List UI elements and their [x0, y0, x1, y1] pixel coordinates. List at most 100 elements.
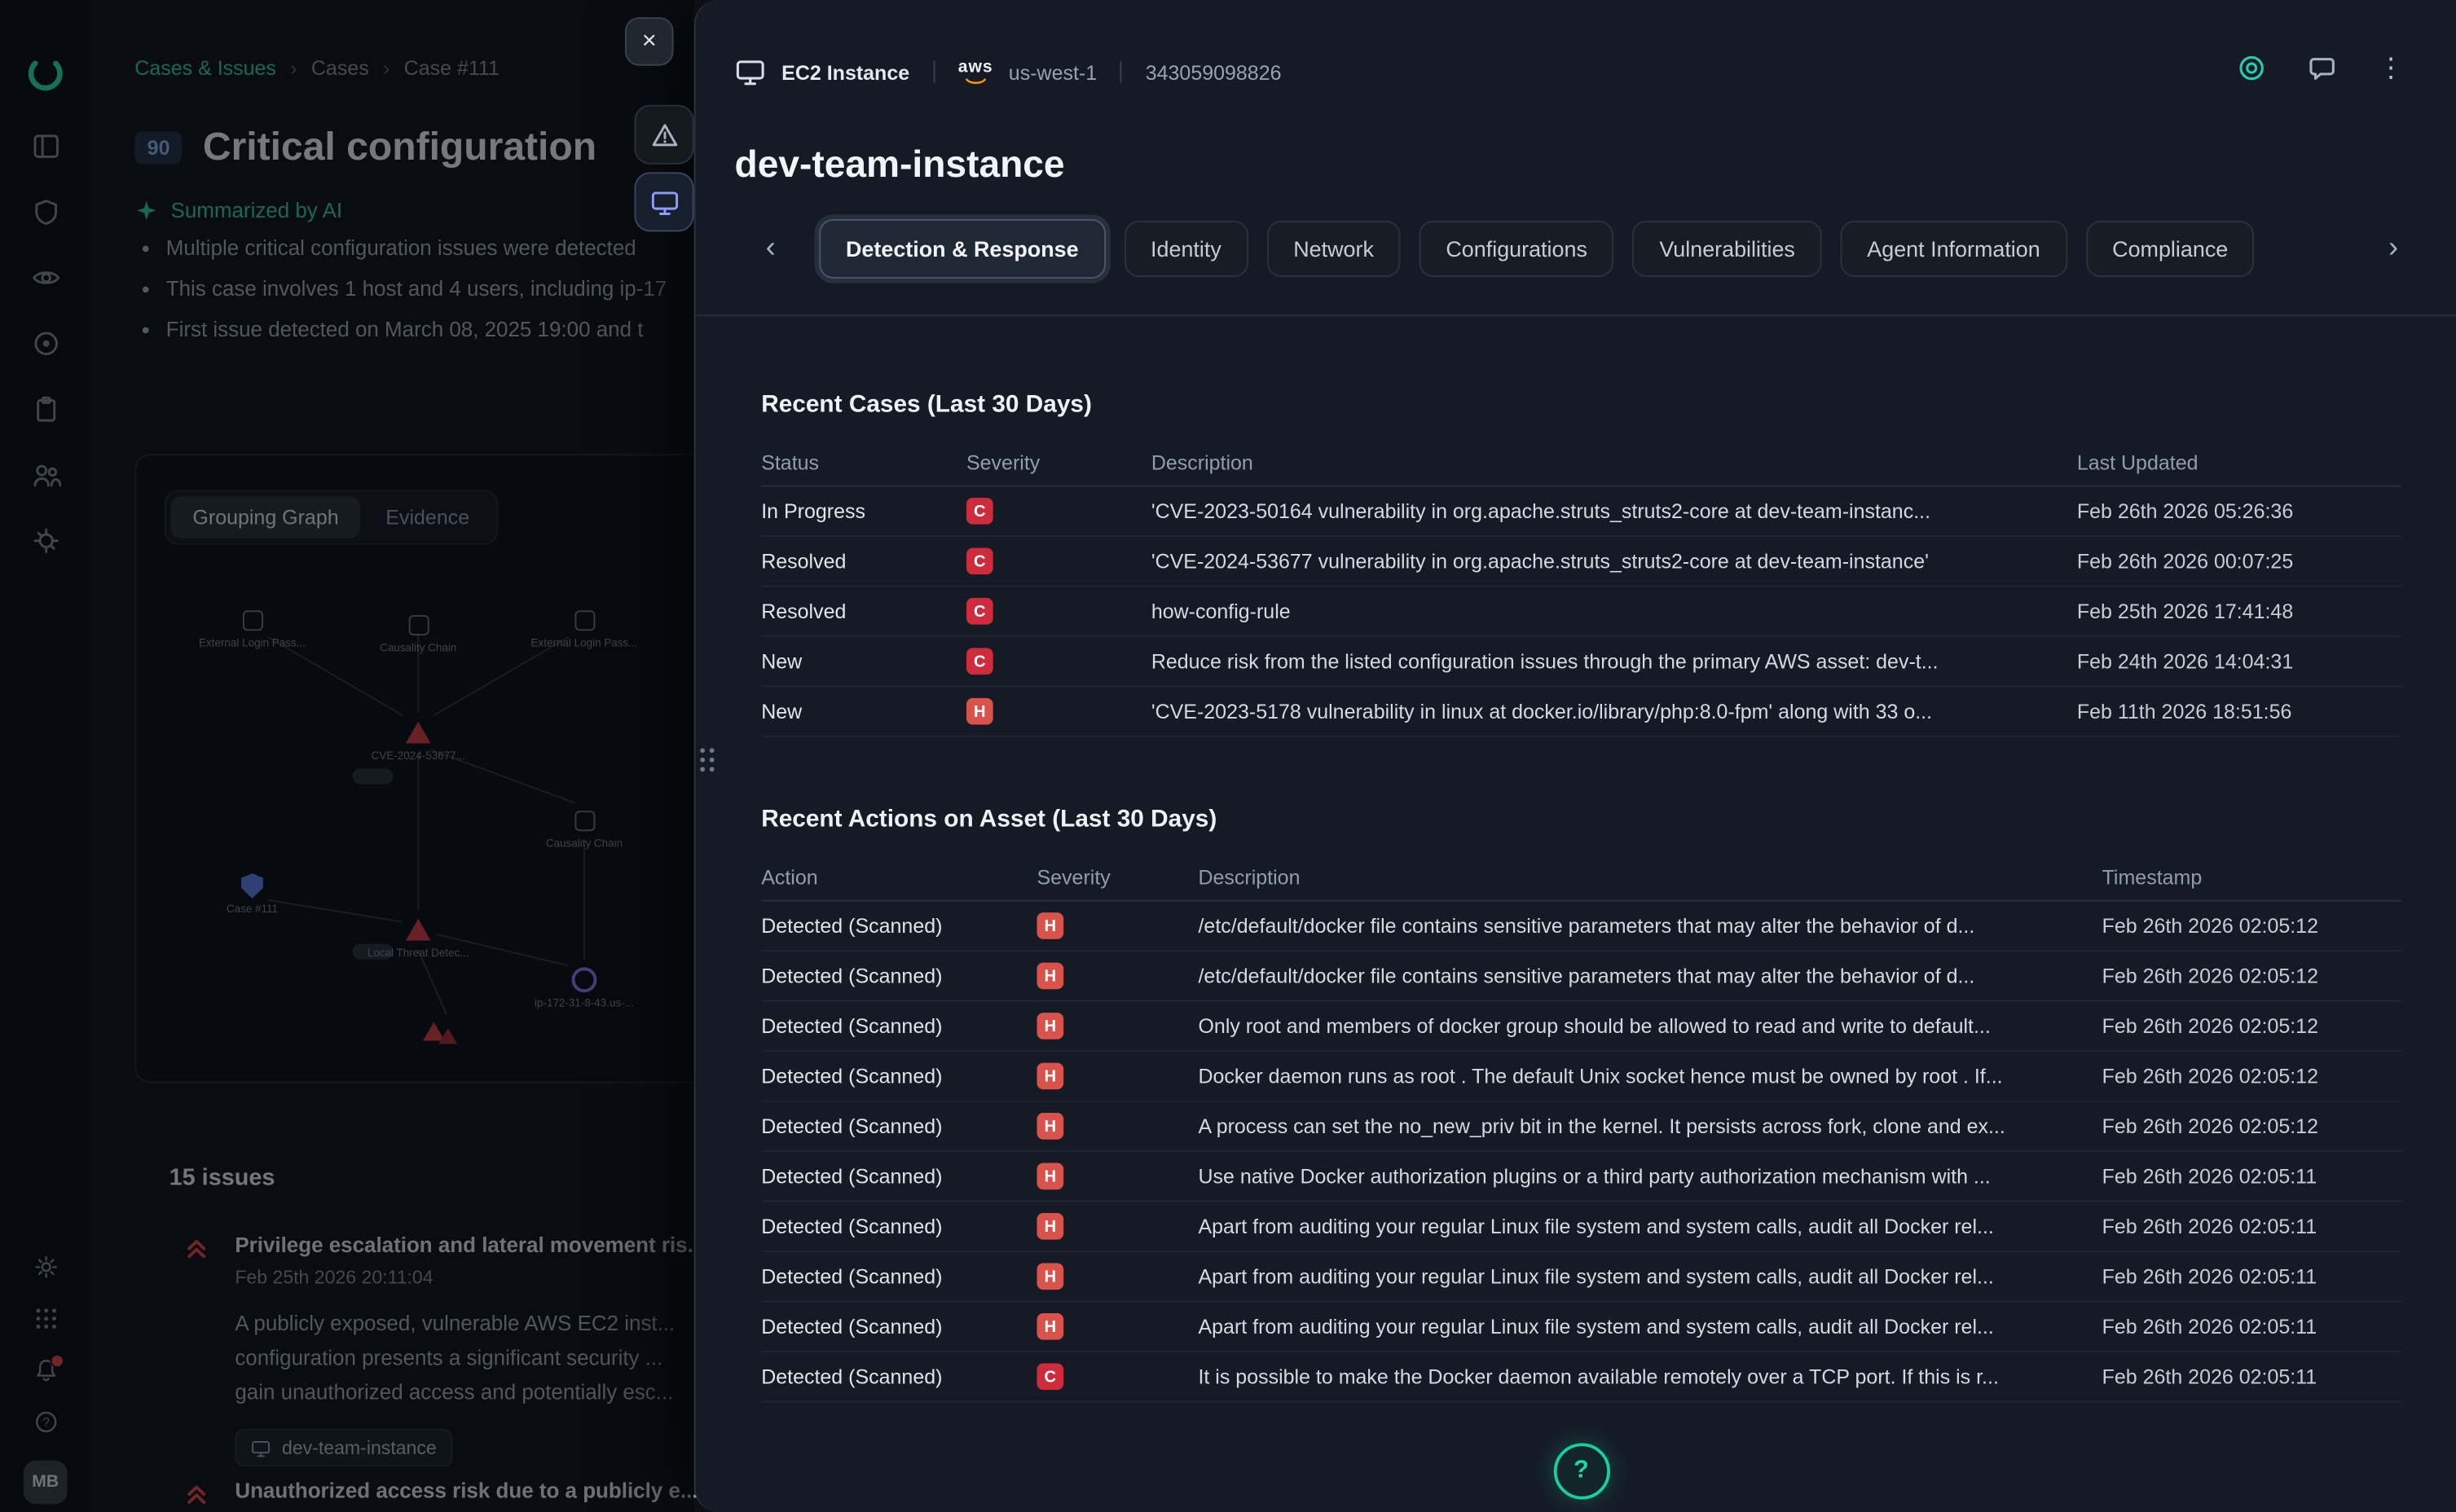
account-id-label: 343059098826	[1146, 60, 1282, 84]
asset-panel-toggle[interactable]	[634, 172, 693, 231]
severity-badge: H	[1037, 1013, 1063, 1040]
panel-tab[interactable]: Compliance	[2085, 221, 2254, 277]
recent-actions-title: Recent Actions on Asset (Last 30 Days)	[761, 737, 2401, 834]
help-button[interactable]: ?	[1553, 1443, 1609, 1499]
column-header: Description	[1198, 865, 2102, 889]
case-severity-cell: C	[966, 648, 1151, 675]
action-timestamp: Feb 26th 2026 02:05:11	[2102, 1264, 2401, 1288]
severity-badge: C	[966, 598, 993, 625]
case-severity-cell: C	[966, 598, 1151, 625]
close-icon: ×	[642, 29, 657, 55]
action-type: Detected (Scanned)	[761, 1215, 1037, 1238]
case-row[interactable]: New H 'CVE-2023-5178 vulnerability in li…	[761, 687, 2401, 736]
scan-status-button[interactable]	[2237, 53, 2267, 83]
action-description: Use native Docker authorization plugins …	[1198, 1164, 2102, 1188]
action-row[interactable]: Detected (Scanned) H Apart from auditing…	[761, 1303, 2401, 1352]
severity-badge: H	[966, 698, 993, 725]
panel-tab[interactable]: Network	[1267, 221, 1401, 277]
column-header: Description	[1151, 450, 2077, 473]
case-row[interactable]: In Progress C 'CVE-2023-50164 vulnerabil…	[761, 487, 2401, 537]
severity-badge: H	[1037, 1063, 1063, 1090]
case-row[interactable]: Resolved C how-config-rule Feb 25th 2026…	[761, 587, 2401, 636]
action-row[interactable]: Detected (Scanned) H Docker daemon runs …	[761, 1052, 2401, 1101]
asset-name-title: dev-team-instance	[735, 144, 1065, 188]
action-type: Detected (Scanned)	[761, 1164, 1037, 1188]
panel-header-actions: ⋮	[2237, 53, 2405, 83]
case-row[interactable]: New C Reduce risk from the listed config…	[761, 637, 2401, 687]
action-timestamp: Feb 26th 2026 02:05:12	[2102, 1114, 2401, 1138]
action-row[interactable]: Detected (Scanned) H Apart from auditing…	[761, 1202, 2401, 1252]
case-description: how-config-rule	[1151, 600, 2077, 623]
case-status: New	[761, 649, 966, 673]
severity-badge: C	[1037, 1363, 1063, 1390]
column-header: Severity	[1037, 865, 1198, 889]
recent-cases-table: Status Severity Description Last Updated…	[761, 438, 2401, 737]
tabs-scroll-right-button[interactable]: ›	[2376, 231, 2410, 266]
severity-badge: H	[1037, 1263, 1063, 1290]
action-severity-cell: H	[1037, 1313, 1198, 1340]
chevron-left-icon: ‹	[766, 231, 776, 264]
panel-tab[interactable]: Configurations	[1419, 221, 1614, 277]
column-header: Severity	[966, 450, 1151, 473]
radar-icon	[2237, 53, 2267, 83]
asset-type-label: EC2 Instance	[781, 60, 909, 84]
column-header: Last Updated	[2077, 450, 2401, 473]
case-last-updated: Feb 25th 2026 17:41:48	[2077, 600, 2401, 623]
action-row[interactable]: Detected (Scanned) H A process can set t…	[761, 1102, 2401, 1152]
recent-actions-rows: Detected (Scanned) H /etc/default/docker…	[761, 902, 2401, 1403]
action-timestamp: Feb 26th 2026 02:05:11	[2102, 1365, 2401, 1388]
aws-logo: aws	[958, 59, 993, 86]
tabs-scroll-left-button[interactable]: ‹	[754, 231, 788, 266]
column-header: Action	[761, 865, 1037, 889]
panel-tab[interactable]: Detection & Response	[819, 219, 1105, 279]
alerts-panel-toggle[interactable]	[634, 105, 693, 165]
panel-tab[interactable]: Agent Information	[1841, 221, 2067, 277]
action-type: Detected (Scanned)	[761, 1315, 1037, 1338]
severity-badge: C	[966, 547, 993, 574]
action-row[interactable]: Detected (Scanned) H Apart from auditing…	[761, 1252, 2401, 1302]
action-type: Detected (Scanned)	[761, 965, 1037, 988]
action-description: Apart from auditing your regular Linux f…	[1198, 1215, 2102, 1238]
action-timestamp: Feb 26th 2026 02:05:11	[2102, 1315, 2401, 1338]
case-description: 'CVE-2023-50164 vulnerability in org.apa…	[1151, 499, 2077, 523]
case-status: In Progress	[761, 499, 966, 523]
action-timestamp: Feb 26th 2026 02:05:11	[2102, 1164, 2401, 1188]
action-type: Detected (Scanned)	[761, 1365, 1037, 1388]
action-description: A process can set the no_new_priv bit in…	[1198, 1114, 2102, 1138]
divider	[933, 61, 935, 83]
action-row[interactable]: Detected (Scanned) H /etc/default/docker…	[761, 902, 2401, 952]
panel-resize-handle[interactable]	[700, 748, 714, 771]
panel-tabs: Detection & Response Identity Network Confi…	[819, 219, 2255, 279]
case-description: 'CVE-2024-53677 vulnerability in org.apa…	[1151, 549, 2077, 573]
comments-button[interactable]	[2307, 53, 2337, 83]
action-severity-cell: H	[1037, 963, 1198, 990]
recent-actions-table: Action Severity Description Timestamp De…	[761, 853, 2401, 1402]
action-row[interactable]: Detected (Scanned) H /etc/default/docker…	[761, 952, 2401, 1001]
panel-tab[interactable]: Identity	[1124, 221, 1248, 277]
column-header: Status	[761, 450, 966, 473]
more-actions-button[interactable]: ⋮	[2378, 55, 2405, 81]
action-row[interactable]: Detected (Scanned) H Use native Docker a…	[761, 1152, 2401, 1202]
close-panel-button[interactable]: ×	[625, 17, 674, 66]
kebab-icon: ⋮	[2378, 55, 2405, 81]
region-label: us-west-1	[1009, 60, 1097, 84]
case-status: Resolved	[761, 549, 966, 573]
case-row[interactable]: Resolved C 'CVE-2024-53677 vulnerability…	[761, 537, 2401, 587]
case-description: Reduce risk from the listed configuratio…	[1151, 649, 2077, 673]
severity-badge: H	[1037, 912, 1063, 939]
severity-badge: H	[1037, 1313, 1063, 1340]
case-severity-cell: C	[966, 498, 1151, 525]
panel-tab[interactable]: Vulnerabilities	[1633, 221, 1822, 277]
action-description: Apart from auditing your regular Linux f…	[1198, 1315, 2102, 1338]
action-row[interactable]: Detected (Scanned) H Only root and membe…	[761, 1002, 2401, 1052]
action-row[interactable]: Detected (Scanned) C It is possible to m…	[761, 1352, 2401, 1402]
modal-scrim[interactable]	[0, 0, 694, 1512]
action-severity-cell: H	[1037, 1163, 1198, 1190]
panel-header: EC2 Instance aws us-west-1 343059098826	[735, 56, 1282, 87]
screen: ? MB Cases & Issues › Cases › Case #111 …	[0, 0, 2456, 1512]
action-timestamp: Feb 26th 2026 02:05:12	[2102, 1014, 2401, 1038]
action-severity-cell: H	[1037, 1113, 1198, 1140]
action-timestamp: Feb 26th 2026 02:05:12	[2102, 1064, 2401, 1088]
action-description: It is possible to make the Docker daemon…	[1198, 1365, 2102, 1388]
action-type: Detected (Scanned)	[761, 1264, 1037, 1288]
